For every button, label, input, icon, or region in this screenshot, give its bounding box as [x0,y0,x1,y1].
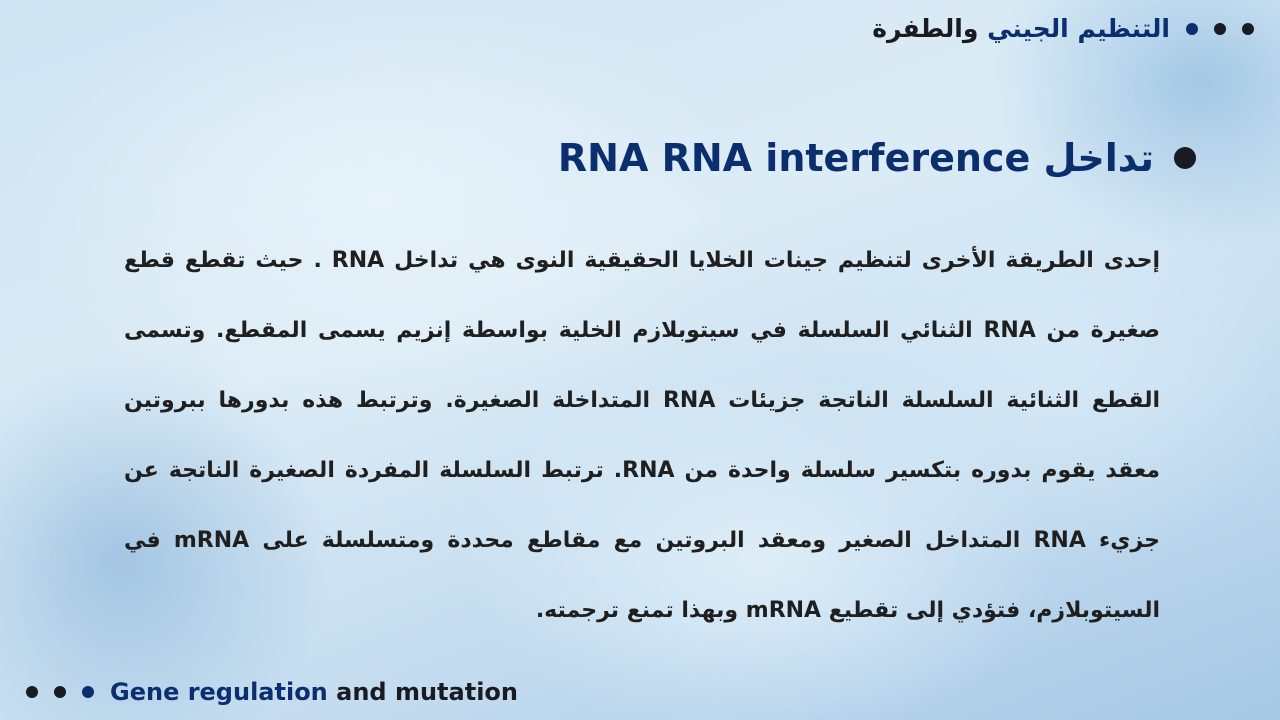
slide-header: التنظيم الجيني والطفرة [872,14,1254,43]
footer-title-part2: and mutation [336,678,518,706]
header-dot-icon [1214,22,1226,35]
body-paragraph: إحدى الطريقة الأخرى لتنظيم جينات الخلايا… [124,248,1161,623]
header-title: التنظيم الجيني والطفرة [872,14,1170,43]
footer-title: Gene regulation and mutation [110,678,518,706]
header-title-part2: والطفرة [872,14,979,43]
footer-dots [26,686,94,698]
header-dot-icon [1242,22,1254,35]
footer-dot-icon [82,686,94,698]
footer-dot-icon [54,686,66,698]
section-heading-text: تداخل RNA RNA interference [557,136,1154,180]
header-title-part1: التنظيم الجيني [987,14,1170,43]
footer-title-part1: Gene regulation [110,678,328,706]
footer-dot-icon [26,686,38,698]
header-dots [1186,22,1254,35]
slide-footer: Gene regulation and mutation [26,678,518,706]
bullet-icon [1174,147,1196,169]
header-dot-icon [1186,22,1198,35]
section-heading: تداخل RNA RNA interference [558,136,1196,180]
